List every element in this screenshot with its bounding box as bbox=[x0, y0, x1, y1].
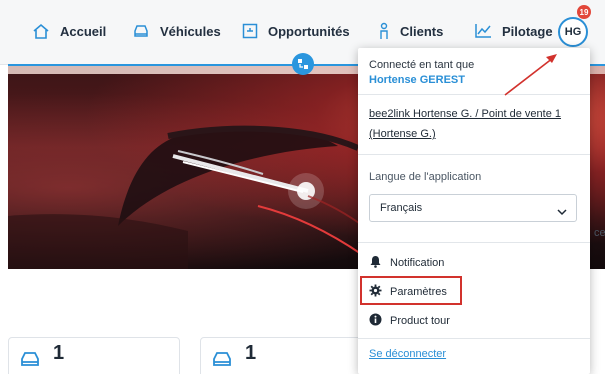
car-icon bbox=[19, 350, 41, 373]
menu-item-settings[interactable]: Paramètres bbox=[369, 283, 447, 301]
menu-item-product-tour[interactable]: Product tour bbox=[369, 312, 450, 330]
chevron-down-icon bbox=[557, 203, 567, 221]
home-icon bbox=[32, 22, 50, 40]
nav-item-accueil[interactable]: Accueil bbox=[32, 18, 106, 44]
user-avatar[interactable]: HG bbox=[558, 17, 588, 47]
nav-label: Accueil bbox=[60, 23, 107, 39]
stat-card[interactable]: 1 bbox=[200, 337, 372, 374]
car-icon bbox=[132, 23, 150, 39]
bell-icon bbox=[369, 255, 382, 271]
gear-icon bbox=[369, 284, 382, 300]
menu-divider bbox=[358, 154, 590, 155]
stat-count: 1 bbox=[53, 342, 65, 364]
chart-icon bbox=[474, 23, 492, 39]
menu-divider bbox=[358, 242, 590, 243]
stat-count: 1 bbox=[245, 342, 257, 364]
menu-item-label: Notification bbox=[390, 257, 445, 269]
nav-label: Véhicules bbox=[160, 23, 221, 39]
stat-card[interactable]: 1 bbox=[8, 337, 180, 374]
nav-item-clients[interactable]: Clients bbox=[378, 18, 443, 44]
switch-view-button[interactable] bbox=[292, 53, 314, 75]
logout-link[interactable]: Se déconnecter bbox=[369, 348, 446, 360]
car-icon bbox=[211, 350, 233, 373]
menu-item-notification[interactable]: Notification bbox=[369, 254, 444, 272]
nav-item-pilotage[interactable]: Pilotage bbox=[474, 18, 553, 44]
connected-as-label: Connecté en tant que bbox=[369, 59, 475, 71]
opportunity-icon bbox=[242, 23, 258, 39]
language-value: Français bbox=[380, 202, 423, 214]
user-name: Hortense GEREST bbox=[369, 74, 465, 86]
language-select[interactable]: Français bbox=[369, 194, 577, 222]
nav-item-vehicules[interactable]: Véhicules bbox=[132, 18, 221, 44]
nav-label: Clients bbox=[400, 23, 444, 39]
menu-divider bbox=[358, 338, 590, 339]
user-dropdown-menu: Connecté en tant que Hortense GEREST bee… bbox=[358, 48, 590, 374]
nav-label: Opportunités bbox=[268, 23, 350, 39]
language-label: Langue de l'application bbox=[369, 171, 482, 183]
nav-label: Pilotage bbox=[502, 23, 553, 39]
side-text-fragment: ce bbox=[594, 227, 605, 239]
info-icon bbox=[369, 313, 382, 329]
nav-item-opportunites[interactable]: Opportunités bbox=[242, 18, 350, 44]
notification-badge: 19 bbox=[577, 5, 591, 19]
menu-divider bbox=[358, 94, 590, 95]
menu-item-label: Paramètres bbox=[390, 286, 447, 298]
client-icon bbox=[378, 22, 390, 40]
account-link[interactable]: bee2link Hortense G. / Point de vente 1 … bbox=[369, 104, 581, 144]
app-window: Accueil Véhicules Opportunités Clients P… bbox=[0, 0, 605, 374]
menu-item-label: Product tour bbox=[390, 315, 450, 327]
switch-icon bbox=[298, 59, 308, 69]
